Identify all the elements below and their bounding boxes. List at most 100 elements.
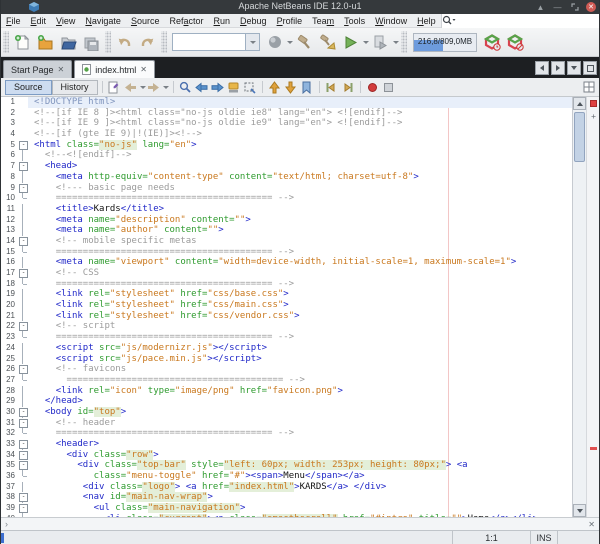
- find-previous-button[interactable]: [194, 80, 210, 95]
- code-text[interactable]: <li class="current"><a class="smoothscro…: [28, 514, 572, 517]
- globe-icon[interactable]: [263, 31, 286, 54]
- previous-bookmark-button[interactable]: [267, 80, 283, 95]
- shade-button[interactable]: ▲: [535, 2, 546, 13]
- code-text[interactable]: <html class="no-js" lang="en">: [28, 140, 572, 151]
- fold-mark[interactable]: [18, 161, 28, 172]
- split-document-button[interactable]: [581, 80, 597, 95]
- clean-build-project-button[interactable]: [316, 31, 339, 54]
- shift-line-right-button[interactable]: [340, 80, 356, 95]
- error-line-mark[interactable]: [590, 447, 597, 450]
- caret-position-mark[interactable]: +: [590, 113, 597, 120]
- combo-arrow-icon[interactable]: [245, 34, 259, 50]
- redo-button[interactable]: [136, 31, 159, 54]
- code-line[interactable]: 36 class="menu-toggle" href="#"><span>Me…: [1, 471, 572, 482]
- scrollbar-thumb[interactable]: [574, 112, 585, 162]
- toolbar-drag-handle[interactable]: [3, 31, 9, 53]
- code-line[interactable]: 9 <!--- basic page needs: [1, 183, 572, 194]
- fold-mark[interactable]: [18, 460, 28, 471]
- run-project-button[interactable]: [339, 31, 362, 54]
- code-line[interactable]: 27 =====================================…: [1, 375, 572, 386]
- fold-mark[interactable]: [18, 439, 28, 450]
- code-text[interactable]: <header>: [28, 439, 572, 450]
- next-bookmark-button[interactable]: [283, 80, 299, 95]
- last-edit-location-button[interactable]: [107, 80, 123, 95]
- config-combobox[interactable]: [172, 33, 260, 51]
- minimize-button[interactable]: —: [552, 2, 563, 13]
- toolbar-drag-handle[interactable]: [161, 31, 167, 53]
- search-icon[interactable]: [442, 15, 462, 26]
- scroll-tabs-right-button[interactable]: [551, 61, 565, 75]
- code-text[interactable]: <!--<![endif]-->: [28, 150, 572, 161]
- vertical-scrollbar[interactable]: [572, 97, 586, 517]
- code-text[interactable]: <link rel="stylesheet" href="css/main.cs…: [28, 300, 572, 311]
- code-text[interactable]: <script src="js/modernizr.js"></script>: [28, 343, 572, 354]
- code-editor[interactable]: 1<!DOCTYPE html>2<!--[if IE 8 ]><html cl…: [1, 97, 599, 517]
- code-line[interactable]: 39 <ul class="main-navigation">: [1, 503, 572, 514]
- tab-index-html[interactable]: index.html ✕: [74, 60, 155, 78]
- code-text[interactable]: <!-- CSS: [28, 268, 572, 279]
- code-line[interactable]: 14 <!-- mobile specific metas: [1, 236, 572, 247]
- code-line[interactable]: 11 <title>Kards</title>: [1, 204, 572, 215]
- code-text[interactable]: <!--[if IE 8 ]><html class="no-js oldie …: [28, 108, 572, 119]
- code-text[interactable]: <meta http-equiv="content-type" content=…: [28, 172, 572, 183]
- code-line[interactable]: 12 <meta name="description" content="">: [1, 215, 572, 226]
- code-line[interactable]: 20 <link rel="stylesheet" href="css/main…: [1, 300, 572, 311]
- code-text[interactable]: <!-- header: [28, 418, 572, 429]
- code-line[interactable]: 15 =====================================…: [1, 247, 572, 258]
- forward-dropdown-icon[interactable]: [163, 86, 169, 89]
- code-text[interactable]: <meta name="author" content="">: [28, 225, 572, 236]
- menu-window[interactable]: Window: [370, 16, 412, 26]
- fold-mark[interactable]: [18, 492, 28, 503]
- code-line[interactable]: 28 <link rel="icon" type="image/png" hre…: [1, 386, 572, 397]
- maximize-window-button[interactable]: [583, 61, 597, 75]
- code-text[interactable]: <!-- script: [28, 321, 572, 332]
- menu-debug[interactable]: Debug: [235, 16, 272, 26]
- debug-project-button[interactable]: [369, 31, 392, 54]
- code-text[interactable]: <link rel="stylesheet" href="css/vendor.…: [28, 311, 572, 322]
- code-text[interactable]: <!--[if IE 9 ]><html class="no-js oldie …: [28, 118, 572, 129]
- code-line[interactable]: 16 <meta name="viewport" content="width=…: [1, 257, 572, 268]
- code-text[interactable]: <!DOCTYPE html>: [28, 97, 572, 108]
- code-text[interactable]: <!-- favicons: [28, 364, 572, 375]
- toggle-highlight-button[interactable]: [226, 80, 242, 95]
- code-text[interactable]: <link rel="icon" type="image/png" href="…: [28, 386, 572, 397]
- toolbar-drag-handle[interactable]: [401, 31, 407, 53]
- code-text[interactable]: ========================================…: [28, 428, 572, 439]
- scroll-tabs-left-button[interactable]: [535, 61, 549, 75]
- code-text[interactable]: <ul class="main-navigation">: [28, 503, 572, 514]
- code-line[interactable]: 30 <body id="top">: [1, 407, 572, 418]
- code-line[interactable]: 19 <link rel="stylesheet" href="css/base…: [1, 289, 572, 300]
- start-macro-recording-button[interactable]: [365, 80, 381, 95]
- code-line[interactable]: 29 </head>: [1, 396, 572, 407]
- code-line[interactable]: 8 <meta http-equiv="content-type" conten…: [1, 172, 572, 183]
- fold-mark[interactable]: [18, 407, 28, 418]
- menu-view[interactable]: View: [51, 16, 80, 26]
- fold-mark[interactable]: [18, 418, 28, 429]
- code-line[interactable]: 2<!--[if IE 8 ]><html class="no-js oldie…: [1, 108, 572, 119]
- tab-start-page[interactable]: Start Page ✕: [3, 60, 72, 78]
- code-line[interactable]: 26 <!-- favicons: [1, 364, 572, 375]
- code-text[interactable]: <meta name="viewport" content="width=dev…: [28, 257, 572, 268]
- menu-profile[interactable]: Profile: [272, 16, 308, 26]
- find-next-button[interactable]: [210, 80, 226, 95]
- tab-close-icon[interactable]: ✕: [140, 65, 147, 74]
- shift-line-left-button[interactable]: [324, 80, 340, 95]
- find-selection-button[interactable]: [178, 80, 194, 95]
- build-project-button[interactable]: [293, 31, 316, 54]
- profile-stop-icon[interactable]: [504, 31, 527, 54]
- code-text[interactable]: <body id="top">: [28, 407, 572, 418]
- profile-project-icon[interactable]: [481, 31, 504, 54]
- code-text[interactable]: <meta name="description" content="">: [28, 215, 572, 226]
- fold-mark[interactable]: [18, 236, 28, 247]
- close-button[interactable]: ✕: [586, 2, 596, 12]
- code-line[interactable]: 33 <header>: [1, 439, 572, 450]
- fold-mark[interactable]: [18, 183, 28, 194]
- toolbar-drag-handle[interactable]: [105, 31, 111, 53]
- code-text[interactable]: <head>: [28, 161, 572, 172]
- fold-mark[interactable]: [18, 450, 28, 461]
- code-line[interactable]: 40 <li class="current"><a class="smooths…: [1, 514, 572, 517]
- fold-mark[interactable]: [18, 140, 28, 151]
- code-line[interactable]: 34 <div class="row">: [1, 450, 572, 461]
- forward-button[interactable]: [146, 80, 162, 95]
- undo-button[interactable]: [113, 31, 136, 54]
